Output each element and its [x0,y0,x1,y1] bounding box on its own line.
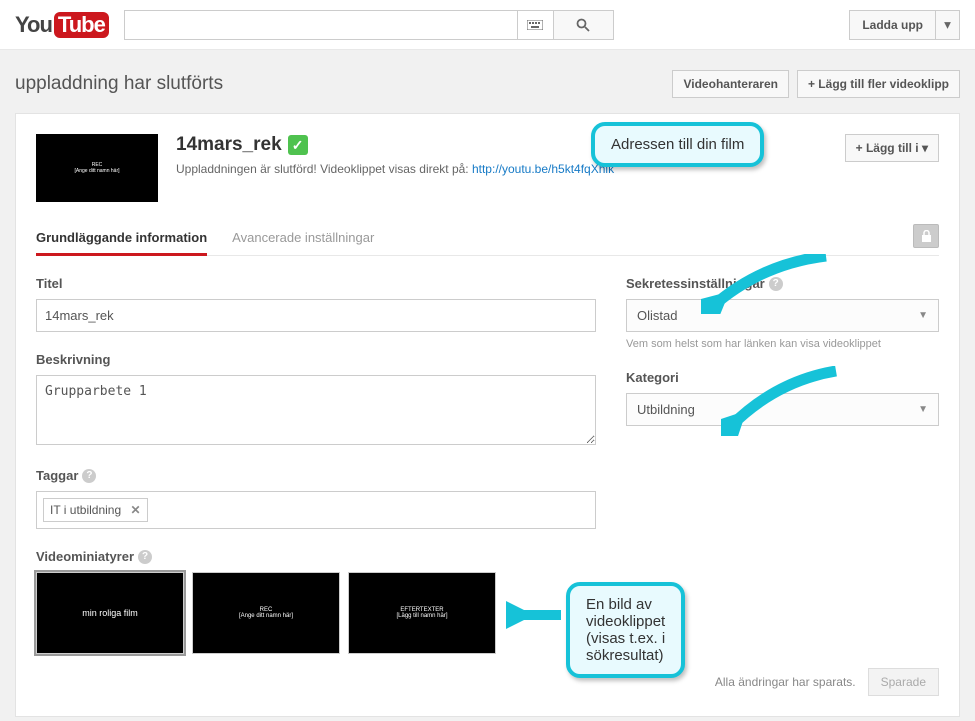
arrow-annotation [506,600,566,630]
keyboard-icon[interactable] [518,10,554,40]
lock-icon[interactable] [913,224,939,248]
upload-dropdown[interactable]: ▾ [936,10,960,40]
callout-thumb-line2: (visas t.ex. i sökresultat) [586,630,665,664]
video-manager-button[interactable]: Videohanteraren [672,70,788,98]
description-input[interactable]: Grupparbete 1 [36,375,596,445]
tab-advanced-settings[interactable]: Avancerade inställningar [232,222,374,255]
tags-label: Taggar ? [36,468,596,483]
chevron-down-icon: ▼ [918,310,928,321]
tags-input[interactable]: IT i utbildning ✕ [36,491,596,529]
title-label: Titel [36,276,596,291]
callout-address-text: Adressen till din film [611,136,744,153]
help-icon[interactable]: ? [82,469,96,483]
video-thumbnail-main: REC [Ange ditt namn här] [36,134,158,202]
thumbnail-option-2[interactable]: REC [Ange ditt namn här] [192,572,340,654]
help-icon[interactable]: ? [138,550,152,564]
description-label: Beskrivning [36,352,596,367]
youtube-logo[interactable]: You Tube [15,12,109,38]
callout-thumbnail: En bild av videoklippet (visas t.ex. i s… [566,582,685,678]
page-title: uppladdning har slutförts [15,73,223,95]
tag-chip[interactable]: IT i utbildning ✕ [43,498,148,522]
video-header: REC [Ange ditt namn här] 14mars_rek ✓ Up… [36,134,939,202]
page-header: uppladdning har slutförts Videohanterare… [15,50,960,113]
check-icon: ✓ [288,135,308,155]
logo-text-tube: Tube [54,12,109,38]
video-title: 14mars_rek ✓ [176,134,614,156]
tabs: Grundläggande information Avancerade ins… [36,222,939,256]
add-more-videos-button[interactable]: + Lägg till fler videoklipp [797,70,960,98]
tab-basic-info[interactable]: Grundläggande information [36,222,207,256]
search-input[interactable] [124,10,518,40]
search-box [124,10,614,40]
privacy-value: Olistad [637,308,677,323]
video-title-text: 14mars_rek [176,134,282,156]
arrow-annotation [701,254,831,314]
top-right: Ladda upp ▾ [849,10,960,40]
privacy-hint: Vem som helst som har länken kan visa vi… [626,338,939,350]
status-text: Uppladdningen är slutförd! Videoklippet … [176,162,472,176]
top-bar: You Tube Ladda upp ▾ [0,0,975,50]
title-input[interactable] [36,299,596,332]
saved-message: Alla ändringar har sparats. [715,675,856,689]
logo-text-you: You [15,12,52,38]
category-value: Utbildning [637,402,695,417]
search-button[interactable] [554,10,614,40]
arrow-annotation [721,366,841,436]
add-to-button[interactable]: + Lägg till i ▾ [845,134,939,162]
footer: Alla ändringar har sparats. Sparade [36,654,939,696]
thumbnail-option-1[interactable]: min roliga film [36,572,184,654]
tag-remove-icon[interactable]: ✕ [131,503,141,517]
upload-status: Uppladdningen är slutförd! Videoklippet … [176,162,614,176]
callout-address: Adressen till din film [591,122,764,167]
video-link[interactable]: http://youtu.be/h5kt4fqXhlk [472,162,614,176]
saved-button: Sparade [868,668,939,696]
thumbnail-option-3[interactable]: EFTERTEXTER [Lägg till namn här] [348,572,496,654]
callout-thumb-line1: En bild av videoklippet [586,596,665,630]
upload-button[interactable]: Ladda upp [849,10,936,40]
chevron-down-icon: ▼ [918,404,928,415]
thumbnails-label: Videominiatyrer ? [36,549,596,564]
